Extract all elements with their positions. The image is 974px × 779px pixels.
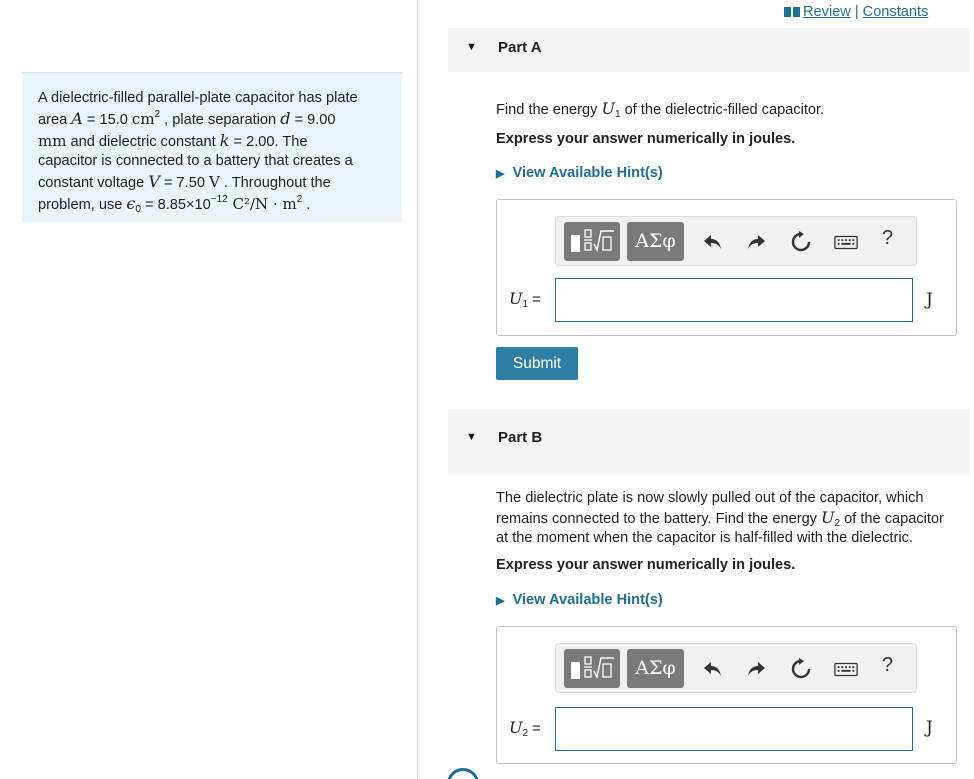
part-a-answer-box: ΑΣφ ? U1 = J [496,199,957,336]
problem-statement: A dielectric-filled parallel-plate capac… [22,72,402,222]
templates-icon [571,656,614,680]
help-icon[interactable]: ? [882,227,893,250]
book-icon [784,5,800,17]
redo-icon[interactable] [744,230,768,254]
part-a-question: Find the energy U1 of the dielectric-fil… [496,99,825,120]
part-a-hint-toggle[interactable]: ▶ View Available Hint(s) [496,165,663,181]
templates-icon [571,229,614,253]
part-b-title: Part B [498,429,543,446]
expand-arrow-icon: ▶ [496,595,505,607]
header-links: Review | Constants [784,4,928,20]
answer-input[interactable] [555,707,913,751]
help-icon[interactable]: ? [882,654,893,677]
part-b-hint-toggle[interactable]: ▶ View Available Hint(s) [496,592,663,608]
keyboard-icon[interactable] [834,230,860,254]
unit-label: J [926,718,933,738]
review-link[interactable]: Review [803,4,851,20]
part-a-header[interactable]: ▼ Part A [448,28,969,72]
part-b-question: The dielectric plate is now slowly pulle… [496,490,944,546]
answer-variable-label: U2 = [509,718,541,739]
undo-icon[interactable] [701,230,725,254]
expand-arrow-icon: ▶ [496,168,505,180]
collapse-triangle-icon: ▼ [466,41,477,53]
redo-icon[interactable] [744,657,768,681]
reset-icon[interactable] [789,230,813,254]
templates-button[interactable] [564,222,620,261]
math-toolbar: ΑΣφ ? [555,216,917,266]
part-a-instruction: Express your answer numerically in joule… [496,131,796,147]
link-separator: | [854,4,859,20]
part-b-answer-box: ΑΣφ ? U2 = J [496,626,957,764]
answer-input[interactable] [555,278,913,322]
part-b-instruction: Express your answer numerically in joule… [496,557,796,573]
undo-icon[interactable] [701,657,725,681]
constants-link[interactable]: Constants [863,4,929,20]
unit-label: J [926,290,933,310]
part-b-header[interactable]: ▼ Part B [448,409,969,475]
collapse-triangle-icon: ▼ [466,431,477,443]
math-toolbar: ΑΣφ ? [555,643,917,693]
greek-button[interactable]: ΑΣφ [627,222,684,261]
part-a-title: Part A [498,39,542,56]
greek-button[interactable]: ΑΣφ [627,649,684,688]
reset-icon[interactable] [789,657,813,681]
column-divider [417,0,418,779]
feedback-circle-icon[interactable] [447,768,479,779]
keyboard-icon[interactable] [834,657,860,681]
answer-variable-label: U1 = [509,289,541,310]
submit-button[interactable]: Submit [496,347,578,380]
templates-button[interactable] [564,649,620,688]
